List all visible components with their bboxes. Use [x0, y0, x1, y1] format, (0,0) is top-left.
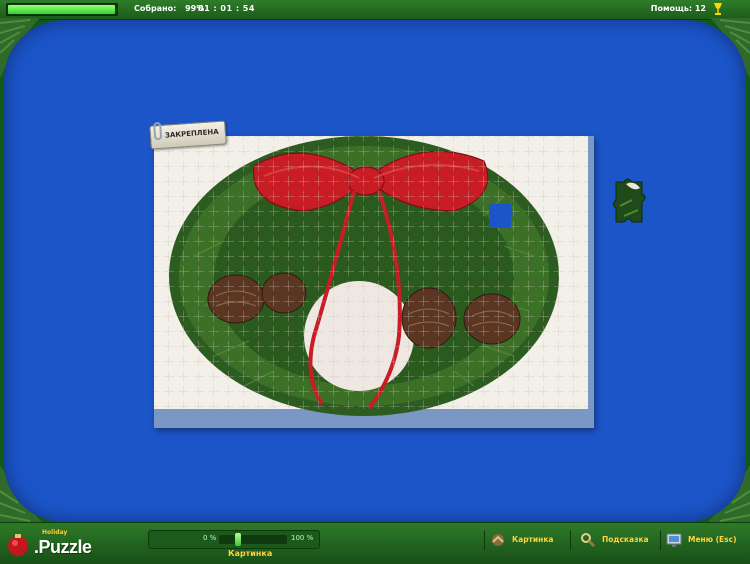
separator — [660, 530, 661, 550]
logo-subtitle: Holiday — [42, 529, 68, 536]
pinned-label-text: ЗАКРЕПЛЕНА — [164, 127, 219, 140]
picture-button-label: Картинка — [512, 535, 554, 544]
completion-progress-fill — [8, 5, 115, 14]
puzzle-board[interactable] — [154, 136, 594, 428]
zoom-panel: 0 % 100 % — [148, 530, 320, 549]
magnifier-icon — [581, 533, 596, 548]
wreath-picture — [154, 136, 588, 416]
christmas-ball-icon — [8, 534, 28, 556]
zoom-slider-handle[interactable] — [235, 533, 241, 546]
menu-button-label: Меню (Esc) — [688, 535, 737, 544]
game-logo: Holiday .Puzzle — [6, 529, 102, 559]
completion-progress-bar — [6, 3, 118, 16]
loose-puzzle-piece[interactable] — [612, 176, 650, 228]
separator — [570, 530, 571, 550]
zoom-slider[interactable] — [219, 533, 287, 546]
zoom-min-label: 0 % — [203, 534, 217, 542]
logo-text: .Puzzle — [34, 537, 92, 557]
picture-icon — [492, 534, 504, 546]
game-timer: 01 : 01 : 54 — [198, 4, 255, 13]
paperclip-icon — [153, 121, 163, 141]
collected-label: Собрано: — [134, 4, 177, 13]
top-bar: Собрано: 99% 01 : 01 : 54 Помощь: 12 — [0, 0, 750, 20]
hint-button-label: Подсказка — [602, 535, 649, 544]
help-counter: Помощь: 12 — [650, 4, 706, 13]
separator — [484, 530, 485, 550]
zoom-max-label: 100 % — [291, 534, 314, 542]
monitor-icon — [666, 533, 682, 547]
zoom-caption: Картинка — [228, 549, 273, 558]
goblet-icon[interactable] — [712, 2, 724, 16]
